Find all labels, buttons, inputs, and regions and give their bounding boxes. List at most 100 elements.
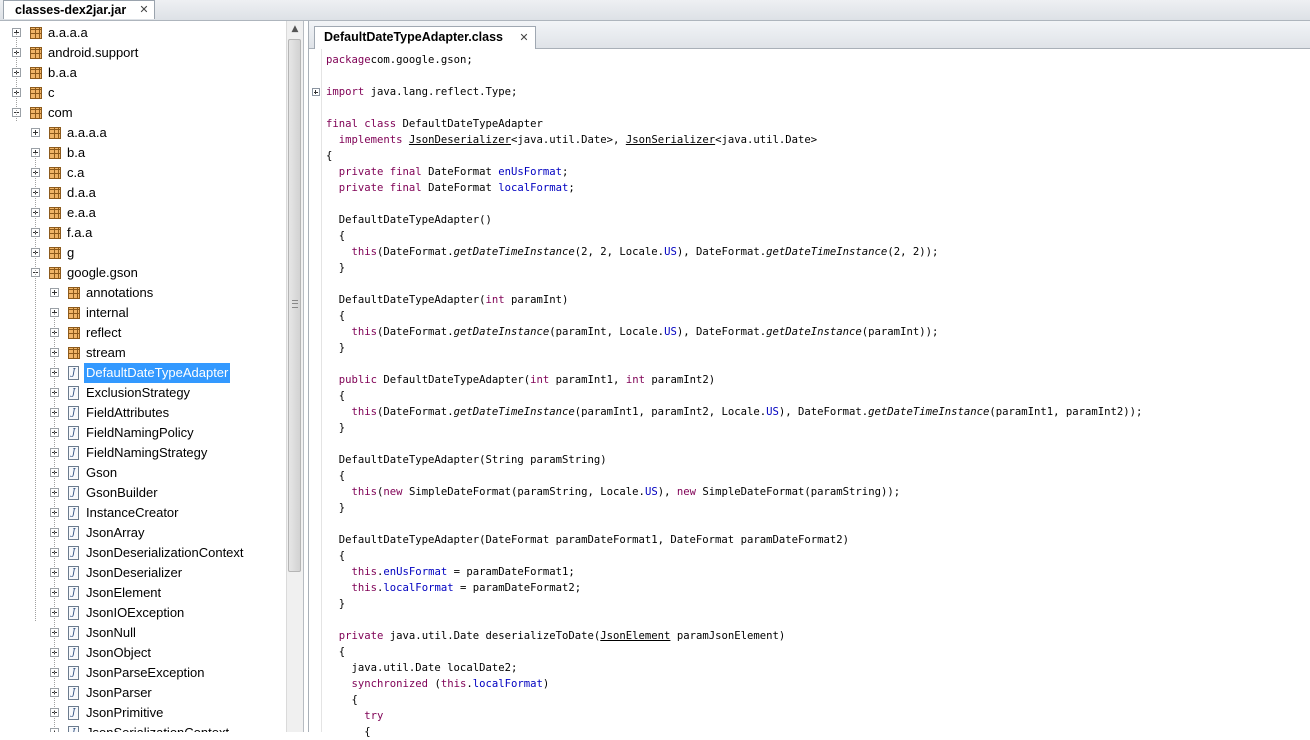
- tree-item[interactable]: b.a.a: [0, 63, 286, 83]
- code-token: = paramDateFormat1;: [447, 566, 575, 578]
- tree-item[interactable]: e.a.a: [0, 203, 286, 223]
- close-icon[interactable]: ✕: [518, 32, 530, 44]
- code-token: this: [351, 566, 378, 578]
- tree-item[interactable]: J FieldAttributes: [0, 403, 286, 423]
- tree-item[interactable]: com: [0, 103, 286, 123]
- tree-item[interactable]: J JsonDeserializationContext: [0, 543, 286, 563]
- class-file-icon: J: [68, 426, 79, 440]
- code-token: JsonElement: [600, 630, 671, 642]
- tree-item[interactable]: b.a: [0, 143, 286, 163]
- tree-item[interactable]: J InstanceCreator: [0, 503, 286, 523]
- code-token: package: [326, 54, 371, 66]
- class-file-icon: J: [68, 646, 79, 660]
- tree-item-label: internal: [86, 305, 129, 320]
- tree-item[interactable]: J JsonObject: [0, 643, 286, 663]
- tree-item-label: JsonArray: [86, 525, 145, 540]
- code-token: paramInt1,: [549, 374, 626, 386]
- tree-item[interactable]: J JsonNull: [0, 623, 286, 643]
- tree-item[interactable]: J FieldNamingPolicy: [0, 423, 286, 443]
- tree-item[interactable]: d.a.a: [0, 183, 286, 203]
- class-file-icon: J: [68, 526, 79, 540]
- code-token: DefaultDateTypeAdapter(: [326, 294, 486, 306]
- expand-fold-icon[interactable]: [312, 88, 320, 96]
- code-token: int: [530, 374, 550, 386]
- tree-scrollbar[interactable]: ▲: [286, 21, 303, 732]
- tree-item[interactable]: J JsonParser: [0, 683, 286, 703]
- tree-item-label: com: [48, 105, 73, 120]
- code-token: this: [351, 582, 378, 594]
- tree-item[interactable]: android.support: [0, 43, 286, 63]
- tree-item[interactable]: reflect: [0, 323, 286, 343]
- tree-item[interactable]: a.a.a.a: [0, 123, 286, 143]
- code-token: {: [326, 726, 371, 738]
- code-line: {: [326, 548, 345, 564]
- code-token: {: [326, 310, 346, 322]
- tree-item-label: JsonObject: [86, 645, 152, 660]
- code-token: getDateInstance: [453, 326, 550, 338]
- tree-item-label: reflect: [86, 325, 122, 340]
- code-token: enUsFormat: [383, 566, 448, 578]
- code-token: ), DateFormat.: [676, 246, 767, 258]
- code-line: this(new SimpleDateFormat(paramString, L…: [326, 484, 901, 500]
- code-line: this.enUsFormat = paramDateFormat1;: [326, 564, 575, 580]
- code-token: {: [326, 646, 346, 658]
- tree-item-label: a.a.a.a: [48, 25, 88, 40]
- tab-class-file[interactable]: DefaultDateTypeAdapter.class ✕: [314, 26, 536, 49]
- package-icon: [49, 167, 61, 179]
- class-file-icon: J: [68, 466, 79, 480]
- tab-jar-file-label: classes-dex2jar.jar: [15, 3, 127, 17]
- package-icon: [49, 127, 61, 139]
- code-token: {: [326, 550, 346, 562]
- code-line: this(DateFormat.getDateTimeInstance(para…: [326, 404, 1143, 420]
- tab-jar-file[interactable]: classes-dex2jar.jar ✕: [3, 0, 155, 19]
- tree-item[interactable]: J FieldNamingStrategy: [0, 443, 286, 463]
- scroll-up-icon[interactable]: ▲: [287, 21, 303, 37]
- code-token: ), DateFormat.: [676, 326, 767, 338]
- tree-item[interactable]: J JsonParseException: [0, 663, 286, 683]
- tree-item[interactable]: f.a.a: [0, 223, 286, 243]
- expand-icon[interactable]: [31, 128, 40, 137]
- tree-item[interactable]: J DefaultDateTypeAdapter: [0, 363, 286, 383]
- code-token: DefaultDateTypeAdapter(DateFormat paramD…: [326, 534, 849, 546]
- code-token: ): [542, 678, 550, 690]
- tree-item[interactable]: J JsonSerializationContext: [0, 723, 286, 732]
- tree-item[interactable]: g: [0, 243, 286, 263]
- tree-item[interactable]: J JsonDeserializer: [0, 563, 286, 583]
- scroll-thumb[interactable]: [288, 39, 301, 572]
- code-token: US: [664, 246, 677, 258]
- tree-item[interactable]: c: [0, 83, 286, 103]
- tree-item[interactable]: J JsonIOException: [0, 603, 286, 623]
- code-token: US: [664, 326, 677, 338]
- class-file-icon: J: [68, 626, 79, 640]
- package-icon: [68, 307, 80, 319]
- window-tab-bar: classes-dex2jar.jar ✕: [0, 0, 1310, 21]
- code-token: }: [326, 422, 346, 434]
- code-line: import java.lang.reflect.Type;: [326, 84, 517, 100]
- code-token: DefaultDateTypeAdapter(): [326, 214, 492, 226]
- code-token: getDateInstance: [766, 326, 862, 338]
- package-icon: [30, 107, 42, 119]
- code-line: }: [326, 260, 345, 276]
- tree-item[interactable]: internal: [0, 303, 286, 323]
- tree-item[interactable]: J GsonBuilder: [0, 483, 286, 503]
- tree-item[interactable]: J ExclusionStrategy: [0, 383, 286, 403]
- tree-item[interactable]: c.a: [0, 163, 286, 183]
- tree-item[interactable]: stream: [0, 343, 286, 363]
- code-token: (paramInt, Locale.: [549, 326, 665, 338]
- tree-item[interactable]: J JsonPrimitive: [0, 703, 286, 723]
- tree-item[interactable]: a.a.a.a: [0, 23, 286, 43]
- expand-icon[interactable]: [50, 288, 59, 297]
- tree-item[interactable]: google.gson: [0, 263, 286, 283]
- tree-item[interactable]: J Gson: [0, 463, 286, 483]
- tree-guide-line: [35, 153, 36, 621]
- tree-item[interactable]: annotations: [0, 283, 286, 303]
- close-icon[interactable]: ✕: [138, 4, 150, 16]
- code-line: }: [326, 500, 345, 516]
- tree-item[interactable]: J JsonArray: [0, 523, 286, 543]
- tree-item-label: d.a.a: [67, 185, 96, 200]
- tree-item[interactable]: J JsonElement: [0, 583, 286, 603]
